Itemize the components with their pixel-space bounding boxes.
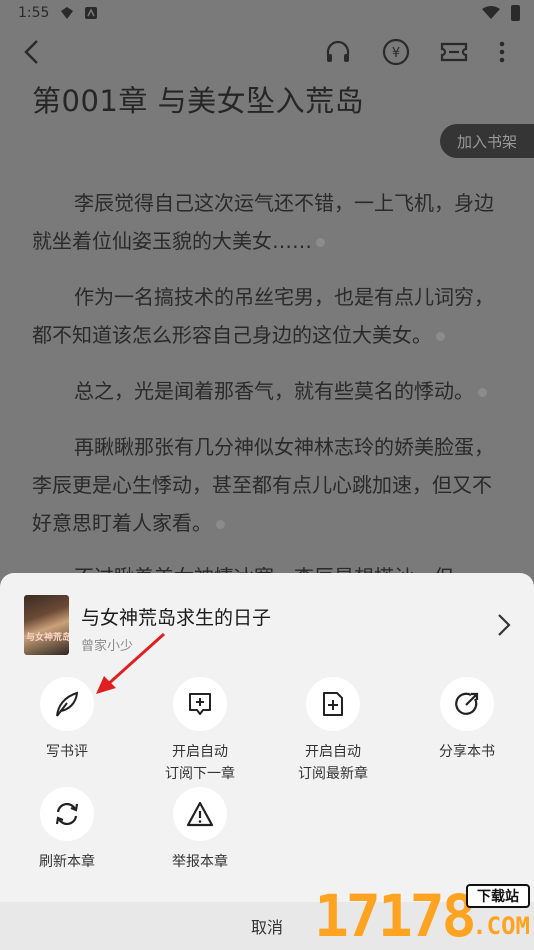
back-button[interactable] — [16, 36, 48, 68]
feather-pen-icon — [56, 691, 79, 717]
book-title: 与女神荒岛求生的日子 — [81, 607, 272, 629]
chevron-right-icon — [498, 614, 511, 636]
paragraph-text: 总之，光是闻着那香气，就有些莫名的悸动。 — [74, 379, 474, 403]
comment-dot-icon[interactable] — [478, 388, 487, 397]
app-notification-icon — [85, 7, 97, 19]
paragraph: 作为一名搞技术的吊丝宅男，也是有点儿词穷，都不知道该怎么形容自己身边的这位大美女… — [32, 278, 502, 354]
action-label: 开启自动 订阅最新章 — [298, 744, 368, 782]
refresh-icon — [55, 802, 79, 826]
cover-title-art: 与女神荒岛 — [26, 633, 69, 643]
action-label: 写书评 — [46, 744, 88, 760]
paragraph: 总之，光是闻着那香气，就有些莫名的悸动。 — [32, 372, 502, 410]
comment-dot-icon[interactable] — [216, 520, 225, 529]
ticket-icon — [440, 42, 468, 62]
report-chapter-button[interactable]: 举报本章 — [140, 787, 260, 873]
reader-toolbar: ¥ — [0, 30, 534, 74]
status-time: 1:55 — [18, 5, 50, 21]
book-cover: 与女神荒岛 — [24, 595, 69, 655]
paragraph-text: 作为一名搞技术的吊丝宅男，也是有点儿词穷，都不知道该怎么形容自己身边的这位大美女… — [32, 285, 494, 347]
action-icon-circle — [40, 787, 94, 841]
add-document-icon — [323, 692, 343, 716]
more-menu-button[interactable] — [486, 36, 518, 68]
chevron-left-icon — [24, 40, 38, 64]
paragraph: 李辰觉得自己这次运气还不错，一上飞机，身边就坐着位仙姿玉貌的大美女…… — [32, 184, 502, 260]
action-icon-circle — [173, 677, 227, 731]
wifi-icon — [482, 6, 500, 19]
comment-dot-icon[interactable] — [316, 238, 325, 247]
paragraph: 不过瞅着美女神情冰寒，李辰是想搭讪，但 — [32, 558, 502, 574]
chapter-title: 第001章 与美女坠入荒岛 — [32, 84, 365, 118]
action-label: 分享本书 — [439, 744, 495, 760]
app-notification-icon — [61, 7, 73, 19]
paragraph-text: 再瞅瞅那张有几分神似女神林志玲的娇美脸蛋，李辰更是心生悸动，甚至都有点儿心跳加速… — [32, 435, 494, 535]
headphones-icon — [326, 40, 350, 62]
book-info-row[interactable]: 与女神荒岛 与女神荒岛求生的日子 曾家小少 — [0, 573, 534, 659]
warning-triangle-icon — [186, 801, 214, 827]
action-label: 举报本章 — [172, 854, 228, 870]
ticket-button[interactable] — [438, 36, 470, 68]
site-watermark: 17178 下载站 .COM — [308, 880, 534, 950]
battery-icon — [511, 5, 520, 21]
more-vertical-icon — [499, 41, 505, 63]
action-icon-circle — [173, 787, 227, 841]
auto-subscribe-latest-button[interactable]: 开启自动 订阅最新章 — [273, 677, 393, 785]
action-label: 刷新本章 — [39, 854, 95, 870]
reward-button[interactable]: ¥ — [380, 36, 412, 68]
yen-coin-icon: ¥ — [382, 38, 410, 66]
paragraph: 再瞅瞅那张有几分神似女神林志玲的娇美脸蛋，李辰更是心生悸动，甚至都有点儿心跳加速… — [32, 428, 502, 542]
listen-button[interactable] — [322, 36, 354, 68]
action-icon-circle — [306, 677, 360, 731]
svg-text:¥: ¥ — [392, 46, 400, 61]
refresh-chapter-button[interactable]: 刷新本章 — [7, 787, 127, 873]
share-book-button[interactable]: 分享本书 — [407, 677, 527, 763]
paragraph-text: 李辰觉得自己这次运气还不错，一上飞机，身边就坐着位仙姿玉貌的大美女…… — [32, 191, 494, 253]
annotation-arrow-icon — [96, 632, 166, 694]
watermark-suffix: .COM — [472, 912, 530, 940]
action-label: 开启自动 订阅下一章 — [165, 744, 235, 782]
action-icon-circle — [40, 677, 94, 731]
add-to-shelf-button[interactable]: 加入书架 — [440, 124, 534, 158]
share-arrow-icon — [455, 692, 479, 715]
watermark-tag: 下载站 — [466, 884, 530, 908]
comment-dot-icon[interactable] — [436, 332, 445, 341]
add-square-icon — [189, 693, 211, 715]
action-icon-circle — [440, 677, 494, 731]
watermark-number: 17178 — [314, 882, 477, 950]
status-bar: 1:55 — [0, 0, 534, 28]
